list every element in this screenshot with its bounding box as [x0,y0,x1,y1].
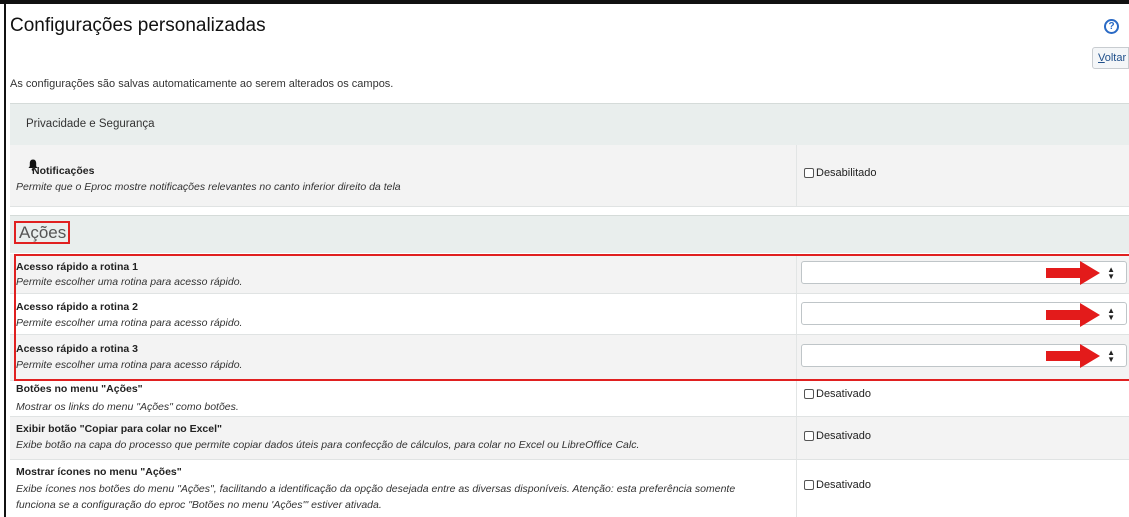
quick-access-description: Permite escolher uma rotina para acesso … [16,276,243,288]
setting-description-line2: funciona se a configuração do eproc "Bot… [16,499,382,511]
back-button-accesskey: V [1098,52,1105,64]
setting-row-icons-menu: Mostrar ícones no menu "Ações" Exibe íco… [10,460,1129,517]
notifications-row: Notificações Permite que o Eproc mostre … [10,145,1129,207]
sort-caret-icon: ▲ ▼ [1107,306,1115,322]
checkbox-box[interactable] [804,431,814,441]
notifications-label: Notificações [32,165,95,177]
sort-caret-icon: ▲ ▼ [1107,348,1115,364]
notifications-checkbox-box[interactable] [804,168,814,178]
setting-row-buttons-menu: Botões no menu "Ações" Mostrar os links … [10,381,1129,417]
section-acoes-header [10,215,1129,253]
quick-access-description: Permite escolher uma rotina para acesso … [16,359,243,371]
setting-label: Botões no menu "Ações" [16,383,143,395]
setting-row-copy-excel: Exibir botão "Copiar para colar no Excel… [10,417,1129,460]
notifications-checkbox[interactable]: Desabilitado [804,167,877,179]
column-divider [796,460,797,517]
page-title: Configurações personalizadas [10,15,266,36]
setting-label: Mostrar ícones no menu "Ações" [16,466,182,478]
column-divider [796,254,797,293]
column-divider [796,294,797,334]
sort-caret-icon: ▲ ▼ [1107,265,1115,281]
autosave-info: As configurações são salvas automaticame… [10,78,394,90]
column-divider [796,417,797,459]
checkbox-label: Desativado [816,479,872,491]
back-button-label: oltar [1104,52,1127,64]
quick-access-label: Acesso rápido a rotina 1 [16,261,138,273]
notifications-description: Permite que o Eproc mostre notificações … [16,181,401,193]
notifications-checkbox-label: Desabilitado [816,167,877,179]
setting-label: Exibir botão "Copiar para colar no Excel… [16,423,223,435]
checkbox-box[interactable] [804,480,814,490]
section-privacy-title: Privacidade e Segurança [26,118,155,130]
checkbox-label: Desativado [816,388,872,400]
setting-checkbox-copy-excel[interactable]: Desativado [804,430,871,442]
column-divider [796,145,797,206]
quick-access-label: Acesso rápido a rotina 2 [16,301,138,313]
section-privacy-header: Privacidade e Segurança [10,103,1129,145]
setting-checkbox-icons-menu[interactable]: Desativado [804,479,871,491]
checkbox-box[interactable] [804,389,814,399]
section-acoes-title: Ações [14,221,70,244]
setting-description: Exibe botão na capa do processo que perm… [16,439,640,451]
column-divider [796,335,797,380]
back-button[interactable]: Voltar [1092,47,1129,69]
red-arrow-annotation-icon [1046,344,1100,368]
setting-description-line1: Exibe ícones nos botões do menu "Ações",… [16,483,736,495]
window-left-border [4,0,6,517]
help-circle-icon[interactable]: ? [1104,19,1119,34]
checkbox-label: Desativado [816,430,872,442]
quick-access-label: Acesso rápido a rotina 3 [16,343,138,355]
column-divider [796,381,797,416]
setting-description: Mostrar os links do menu "Ações" como bo… [16,401,239,413]
red-arrow-annotation-icon [1046,303,1100,327]
red-arrow-annotation-icon [1046,261,1100,285]
quick-access-description: Permite escolher uma rotina para acesso … [16,317,243,329]
window-top-border [0,0,1129,4]
setting-checkbox-buttons-menu[interactable]: Desativado [804,388,871,400]
